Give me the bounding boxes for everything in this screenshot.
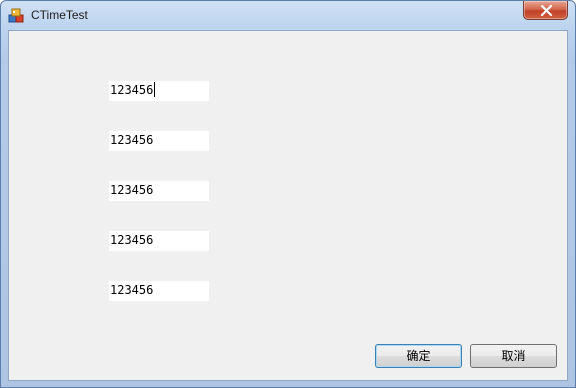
time-field-1[interactable]: 123456 [109,81,209,101]
field-value: 123456 [110,283,154,297]
field-value: 123456 [110,233,154,247]
ok-button[interactable]: 确定 [375,344,462,368]
client-area: 123456 123456 123456 123456 123456 确定 取消 [8,30,568,381]
close-button[interactable] [523,1,568,20]
dialog-window: CTimeTest 123456 123456 123456 123456 12… [0,0,576,388]
field-value: 123456 [110,83,154,97]
time-field-2[interactable]: 123456 [109,131,209,151]
window-title: CTimeTest [31,8,88,22]
text-caret [154,82,156,97]
time-field-5[interactable]: 123456 [109,281,209,301]
time-field-3[interactable]: 123456 [109,181,209,201]
field-value: 123456 [110,183,154,197]
cancel-button[interactable]: 取消 [470,344,557,368]
app-icon [8,7,25,24]
title-bar[interactable]: CTimeTest [1,1,575,30]
field-value: 123456 [110,133,154,147]
time-field-4[interactable]: 123456 [109,231,209,251]
